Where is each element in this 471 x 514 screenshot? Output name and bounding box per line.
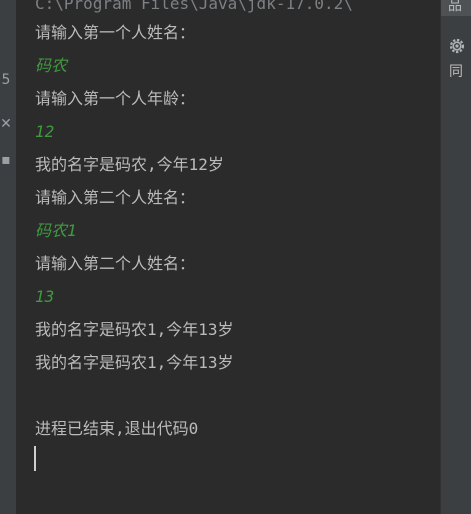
gutter-mark-rerun[interactable]: 5 — [0, 72, 12, 88]
console-output[interactable]: C:\Program Files\Java\jdk-17.0.2\ 请输入第一个… — [16, 0, 440, 514]
console-line-input-name-1: 码农 — [35, 56, 68, 75]
console-line-prompt-name-2: 请输入第二个人姓名： — [35, 188, 196, 207]
console-line-input-age-1: 12 — [35, 122, 55, 141]
console-line-input-name-2: 码农1 — [35, 221, 77, 240]
gutter-mark-close[interactable]: ✕ — [0, 116, 12, 132]
console-line-prompt-name-2b: 请输入第二个人姓名： — [35, 254, 196, 273]
text-caret — [34, 446, 36, 471]
console-line-process-finished: 进程已结束,退出代码0 — [35, 419, 199, 438]
console-gutter: 5 ✕ ▪ — [0, 0, 17, 514]
console-line-prompt-name-1: 请输入第一个人姓名： — [35, 23, 196, 42]
console-line-result-3: 我的名字是码农1,今年13岁 — [35, 353, 234, 372]
console-line-prompt-age-1: 请输入第一个人年龄： — [35, 89, 196, 108]
gear-icon[interactable] — [448, 37, 466, 55]
right-tool-bar: 品 同 — [440, 0, 471, 514]
console-command-line: C:\Program Files\Java\jdk-17.0.2\ — [35, 0, 353, 13]
console-line-result-1: 我的名字是码农,今年12岁 — [35, 155, 224, 174]
run-console-window: 5 ✕ ▪ C:\Program Files\Java\jdk-17.0.2\ … — [0, 0, 471, 514]
right-tool-tab-label: 品 — [448, 0, 462, 14]
console-line-input-age-2: 13 — [35, 287, 55, 306]
side-panel-label[interactable]: 同 — [449, 64, 465, 80]
gutter-mark-stop[interactable]: ▪ — [0, 152, 12, 168]
right-tool-tab[interactable]: 品 — [441, 0, 471, 16]
console-line-result-2: 我的名字是码农1,今年13岁 — [35, 320, 234, 339]
